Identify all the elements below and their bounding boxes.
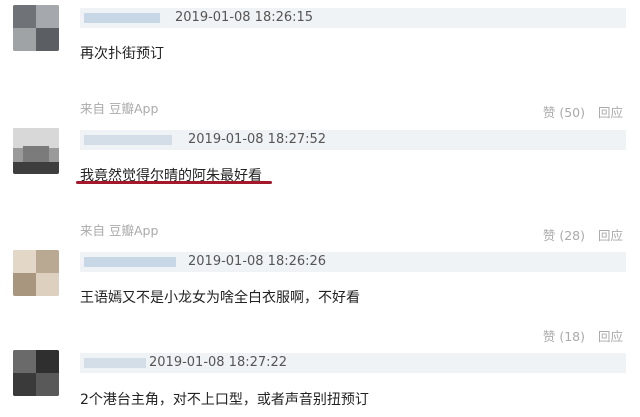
avatar[interactable]	[13, 5, 59, 51]
like-button[interactable]: 赞 (28)	[543, 228, 585, 243]
like-button[interactable]: 赞 (18)	[543, 329, 585, 344]
comment-source: 来自 豆瓣App	[80, 101, 159, 116]
comment-date: 2019-01-08 18:26:26	[188, 254, 327, 269]
comment-text: 再次扑街预订	[80, 46, 164, 62]
comment-actions: 赞 (28) 回应	[534, 227, 623, 245]
comment-meta: 2019-01-08 18:27:52	[80, 130, 626, 150]
comment-date: 2019-01-08 18:27:22	[149, 355, 288, 370]
avatar[interactable]	[13, 250, 59, 296]
comment-text: 2个港台主角，对不上口型，或者声音别扭预订	[80, 392, 369, 408]
comment-meta: 2019-01-08 18:26:26	[80, 252, 626, 272]
highlight-underline	[76, 181, 272, 184]
username-blurred[interactable]	[84, 257, 176, 267]
username-blurred[interactable]	[84, 358, 146, 368]
avatar[interactable]	[13, 128, 59, 174]
comment-source: 来自 豆瓣App	[80, 223, 159, 238]
comment-actions: 赞 (18) 回应	[534, 328, 623, 346]
avatar[interactable]	[13, 350, 59, 396]
comment-actions: 赞 (50) 回应	[534, 104, 623, 122]
reply-button[interactable]: 回应	[598, 329, 623, 344]
reply-button[interactable]: 回应	[598, 105, 623, 120]
comment-date: 2019-01-08 18:26:15	[175, 10, 314, 25]
like-button[interactable]: 赞 (50)	[543, 105, 585, 120]
username-blurred[interactable]	[84, 13, 160, 23]
username-blurred[interactable]	[84, 135, 172, 145]
comment-meta: 2019-01-08 18:27:22	[80, 353, 626, 373]
comment-text: 王语嫣又不是小龙女为啥全白衣服啊，不好看	[80, 290, 360, 306]
comment-meta: 2019-01-08 18:26:15	[80, 8, 626, 28]
reply-button[interactable]: 回应	[598, 228, 623, 243]
comment-date: 2019-01-08 18:27:52	[188, 132, 327, 147]
